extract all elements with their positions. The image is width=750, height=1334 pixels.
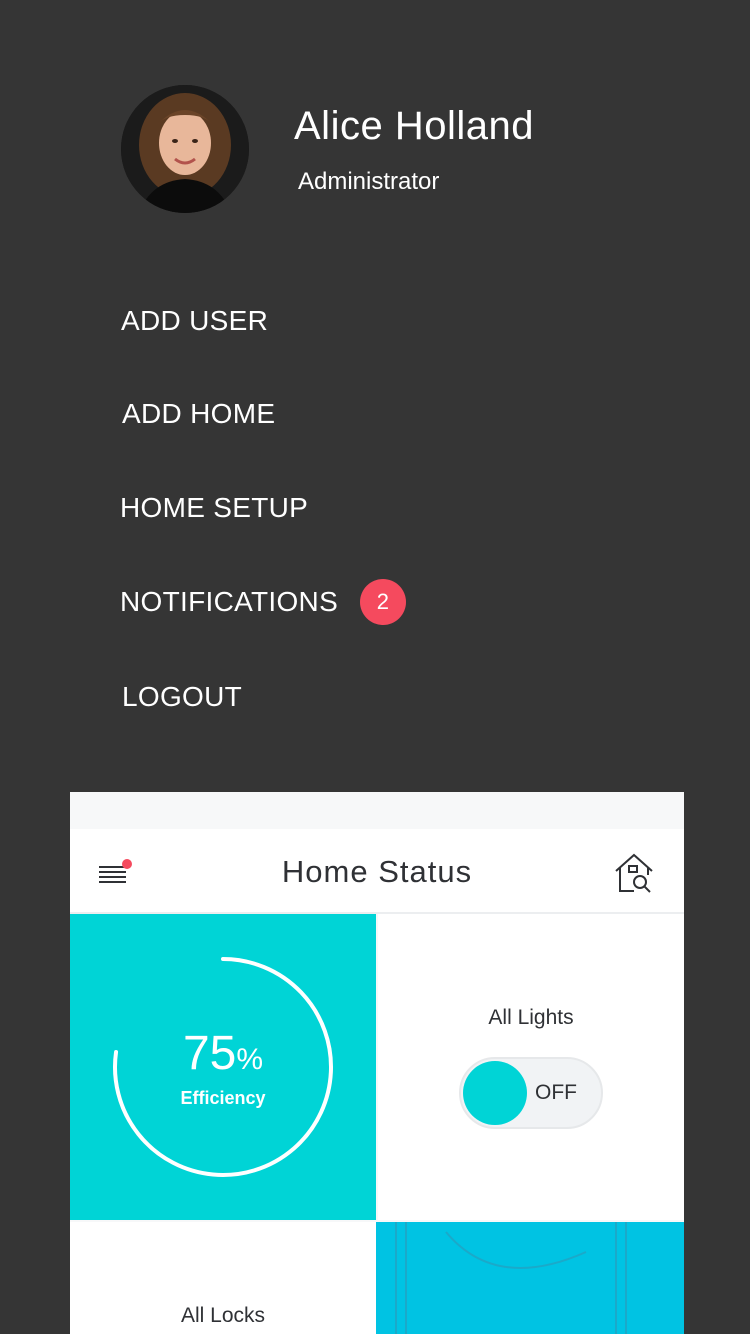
menu-item-add-home[interactable]: ADD HOME <box>122 389 275 439</box>
door-icon <box>395 1222 627 1334</box>
user-role: Administrator <box>298 168 440 195</box>
toggle-state: OFF <box>535 1081 577 1104</box>
avatar-image <box>121 85 249 213</box>
door-tile[interactable] <box>376 1222 684 1334</box>
menu-item-notifications[interactable]: NOTIFICATIONS 2 <box>120 577 407 627</box>
preview-header: Home Status <box>70 829 684 914</box>
all-locks-label: All Locks <box>180 1304 266 1327</box>
menu-item-label: NOTIFICATIONS <box>120 586 339 617</box>
menu-item-logout[interactable]: LOGOUT <box>122 672 242 722</box>
menu-item-label: ADD HOME <box>122 398 276 429</box>
home-status-preview[interactable]: Home Status 75% Efficiency All Lights OF… <box>70 792 684 1334</box>
toggle-knob <box>463 1061 527 1125</box>
all-lights-toggle[interactable]: OFF <box>459 1057 603 1129</box>
efficiency-value: 75% <box>182 1027 264 1080</box>
menu-item-label: LOGOUT <box>122 681 243 712</box>
hamburger-menu-icon[interactable] <box>98 859 132 887</box>
efficiency-label: Efficiency <box>180 1088 266 1108</box>
preview-title: Home Status <box>281 853 473 889</box>
home-search-icon[interactable] <box>612 851 656 895</box>
menu-item-add-user[interactable]: ADD USER <box>121 296 268 346</box>
all-lights-tile: All Lights OFF <box>378 914 684 1220</box>
menu-item-label: HOME SETUP <box>120 492 309 523</box>
menu-item-label: ADD USER <box>121 305 269 336</box>
notification-dot <box>122 859 132 869</box>
notification-badge: 2 <box>360 579 407 625</box>
efficiency-tile[interactable]: 75% Efficiency <box>70 914 376 1220</box>
menu-item-home-setup[interactable]: HOME SETUP <box>120 483 308 533</box>
user-name: Alice Holland <box>294 104 534 148</box>
all-lights-label: All Lights <box>488 1006 574 1029</box>
all-locks-tile[interactable]: All Locks <box>70 1222 376 1334</box>
avatar[interactable] <box>121 85 249 213</box>
